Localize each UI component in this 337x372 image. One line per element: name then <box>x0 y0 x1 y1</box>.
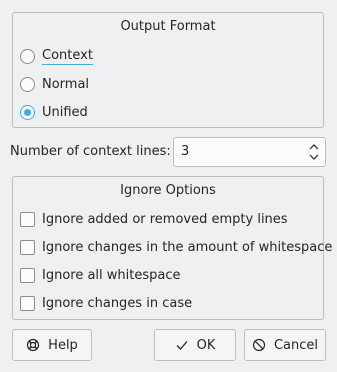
checkbox-label: Ignore changes in case <box>42 295 193 311</box>
cancel-button[interactable]: Cancel <box>244 329 326 361</box>
help-button[interactable]: Help <box>12 329 92 361</box>
output-format-group: Output Format Context Normal Unified <box>12 12 324 128</box>
radio-button[interactable] <box>20 48 35 64</box>
radio-normal-label: Normal <box>42 76 90 92</box>
checkbox[interactable] <box>20 239 35 255</box>
radio-unified[interactable]: Unified <box>20 101 88 123</box>
ignore-options-title: Ignore Options <box>120 183 216 198</box>
checkbox[interactable] <box>20 267 35 283</box>
checkbox-ignore-empty-lines[interactable]: Ignore added or removed empty lines <box>20 208 288 230</box>
radio-normal[interactable]: Normal <box>20 73 89 95</box>
checkbox-label: Ignore added or removed empty lines <box>42 211 288 227</box>
context-lines-spinbox[interactable]: 3 <box>173 137 326 167</box>
help-button-label: Help <box>48 337 78 353</box>
radio-context[interactable]: Context <box>20 45 93 67</box>
ignore-options-group: Ignore Options Ignore added or removed e… <box>12 176 332 320</box>
checkmark-icon <box>176 341 188 350</box>
spin-arrows-icon[interactable] <box>308 141 320 163</box>
cancel-button-label: Cancel <box>273 337 319 353</box>
radio-context-label: Context <box>42 47 93 65</box>
lifebuoy-icon <box>27 338 40 352</box>
output-format-title: Output Format <box>120 19 216 34</box>
context-lines-value[interactable]: 3 <box>181 144 189 159</box>
cancel-icon <box>252 338 266 352</box>
radio-button-checked[interactable] <box>20 104 35 120</box>
radio-unified-label: Unified <box>42 104 88 120</box>
checkbox[interactable] <box>20 295 35 311</box>
checkbox-ignore-all-whitespace[interactable]: Ignore all whitespace <box>20 264 181 286</box>
radio-button[interactable] <box>20 76 35 92</box>
checkbox-label: Ignore changes in the amount of whitespa… <box>42 239 333 255</box>
context-lines-label: Number of context lines: <box>10 144 171 159</box>
ok-button[interactable]: OK <box>154 329 236 361</box>
checkbox-label: Ignore all whitespace <box>42 267 181 283</box>
checkbox-ignore-case[interactable]: Ignore changes in case <box>20 292 192 314</box>
ok-button-label: OK <box>196 337 216 353</box>
checkbox-ignore-whitespace-amount[interactable]: Ignore changes in the amount of whitespa… <box>20 236 332 258</box>
checkbox[interactable] <box>20 211 35 227</box>
